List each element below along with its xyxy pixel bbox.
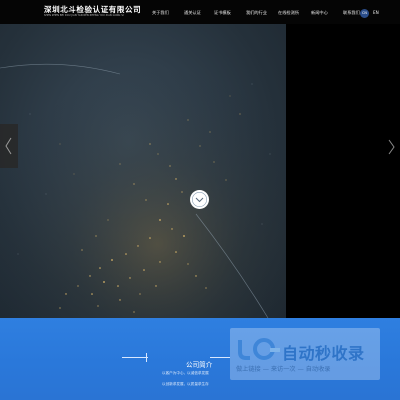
watermark-logo-icon bbox=[238, 338, 280, 360]
nav-contact[interactable]: 联系我们 bbox=[343, 10, 360, 16]
watermark-subtitle: 做上链接 — 来访一次 — 自动收录 bbox=[236, 366, 331, 373]
language-cn-button[interactable]: CN bbox=[360, 9, 369, 18]
chevron-right-icon bbox=[388, 139, 395, 155]
scroll-down-button[interactable] bbox=[190, 190, 209, 209]
main-nav: 关于我们 通关认证 证书模板 我们的行业 在线检测所 新闻中心 联系我们 bbox=[0, 10, 400, 18]
carousel-prev-button[interactable] bbox=[0, 124, 18, 168]
nav-online-testing[interactable]: 在线检测所 bbox=[278, 10, 299, 16]
divider-tick bbox=[146, 353, 147, 362]
carousel-next-button[interactable] bbox=[385, 136, 397, 158]
language-en-button[interactable]: EN bbox=[373, 10, 379, 15]
about-tagline: 以客户为中心，以诚信求发展 bbox=[162, 371, 209, 375]
about-title: 公司简介 bbox=[186, 361, 213, 369]
nav-news[interactable]: 新闻中心 bbox=[311, 10, 328, 16]
about-tagline-2: 以创新求发展，以质量求生存 bbox=[162, 382, 209, 386]
site-header: 深圳北斗检验认证有限公司 SHEN ZHEN BEI DOU JIAN YAN … bbox=[0, 0, 400, 24]
divider-right bbox=[210, 357, 230, 358]
chevron-down-icon bbox=[192, 192, 207, 207]
nav-certification[interactable]: 通关认证 bbox=[184, 10, 201, 16]
divider-left bbox=[122, 357, 148, 358]
chevron-left-icon bbox=[5, 137, 12, 155]
nav-industries[interactable]: 我们的行业 bbox=[246, 10, 267, 16]
nav-about[interactable]: 关于我们 bbox=[152, 10, 169, 16]
nav-certificate-templates[interactable]: 证书模板 bbox=[214, 10, 231, 16]
earth-night-image bbox=[0, 24, 286, 318]
hero-side-panel bbox=[286, 24, 400, 318]
hero-banner bbox=[0, 24, 286, 318]
watermark-title: 自动秒收录 bbox=[282, 344, 365, 363]
